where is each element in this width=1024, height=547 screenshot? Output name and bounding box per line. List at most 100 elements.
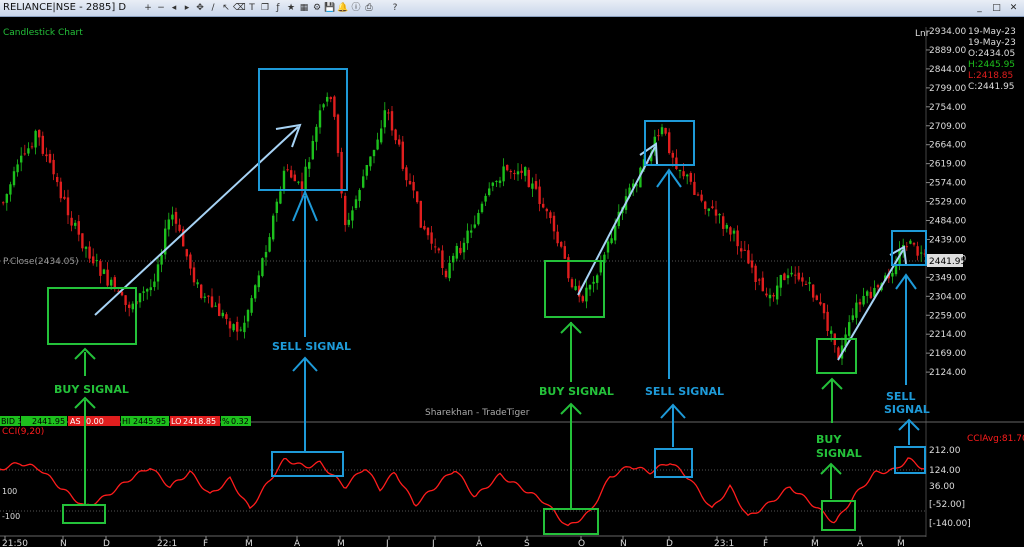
price-tick: 2349.00 (929, 273, 966, 283)
candle-body (610, 238, 613, 244)
candle-body (261, 258, 264, 277)
candle-body (714, 209, 718, 216)
candle-body (822, 303, 826, 314)
candle-body (171, 214, 174, 220)
print-icon[interactable]: ⎙ (363, 2, 375, 14)
zoom-in-icon[interactable]: + (142, 2, 154, 14)
candle-body (711, 206, 714, 209)
pan-icon[interactable]: ✥ (194, 2, 206, 14)
candle-body (156, 264, 160, 282)
price-tick: 2574.00 (929, 179, 966, 189)
date-line-2: 19-May-23 (968, 38, 1016, 48)
candle-body (585, 287, 588, 302)
candle-body (452, 255, 455, 263)
candle-body (509, 171, 512, 173)
eraser-icon[interactable]: ⌫ (233, 2, 246, 14)
candle-body (866, 291, 869, 296)
candle-body (484, 195, 487, 202)
candle-body (304, 166, 307, 190)
select-icon[interactable]: ↖ (220, 2, 232, 14)
indicator-icon[interactable]: ƒ (272, 2, 284, 14)
candle-body (700, 194, 703, 201)
candle-body (606, 241, 610, 253)
cci-left-100: 100 (2, 487, 17, 496)
help-icon[interactable]: ? (389, 2, 401, 14)
settings-icon[interactable]: ⚙ (311, 2, 323, 14)
save-icon[interactable]: 💾 (324, 2, 336, 14)
x-tick: A (857, 539, 864, 547)
maximize-button[interactable]: □ (990, 2, 1003, 14)
candle-body (246, 310, 250, 322)
buy-signal-label-2: BUY SIGNAL (539, 385, 614, 398)
candle-body (920, 252, 923, 254)
candle-body (801, 277, 804, 282)
candle-body (20, 155, 23, 163)
candle-body (27, 148, 30, 154)
candle-body (138, 293, 142, 303)
price-tick: 2664.00 (929, 141, 966, 151)
panel-label: Candlestick Chart (3, 28, 83, 38)
chart-area[interactable]: Candlestick Chart Lnr 19-May-23 19-May-2… (0, 17, 1024, 547)
line-icon[interactable]: / (207, 2, 219, 14)
candle-body (527, 169, 530, 188)
candle-body (776, 285, 779, 300)
candle-body (149, 287, 152, 291)
copy-icon[interactable]: ❐ (259, 2, 271, 14)
candle-body (120, 291, 124, 296)
info-icon[interactable]: ⓘ (350, 2, 362, 14)
minimize-button[interactable]: _ (973, 2, 986, 14)
candle-body (128, 304, 131, 308)
candle-body (538, 186, 541, 205)
buy-signal-label-3b: SIGNAL (816, 447, 862, 460)
buy-signal-label-3a: BUY (816, 433, 842, 446)
candle-body (347, 219, 350, 225)
candle-body (678, 170, 682, 172)
candle-body (542, 203, 545, 208)
candle-body (732, 230, 736, 234)
candle-body (581, 296, 584, 302)
price-tick: 2934.00 (929, 27, 966, 37)
open-value: O:2434.05 (968, 49, 1015, 59)
price-tick: 2304.00 (929, 292, 966, 302)
candle-body (387, 112, 390, 114)
candle-body (534, 181, 538, 189)
candle-body (340, 151, 343, 194)
lo-price: 2418.85 (183, 417, 216, 426)
candle-body (570, 279, 574, 288)
grid-icon[interactable]: ▦ (298, 2, 310, 14)
candle-body (488, 188, 491, 195)
close-button[interactable]: ✕ (1007, 2, 1020, 14)
low-value: L:2418.85 (968, 71, 1013, 81)
price-tick: 2124.00 (929, 368, 966, 378)
price-tick: 2799.00 (929, 84, 966, 94)
candle-body (225, 314, 228, 319)
zoom-out-icon[interactable]: − (155, 2, 167, 14)
candle-body (63, 196, 66, 199)
text-icon[interactable]: T (246, 2, 258, 14)
candle-body (556, 231, 559, 244)
candle-body (358, 190, 361, 201)
candle-body (189, 254, 192, 269)
x-tick: 21:50 (2, 539, 28, 547)
candle-body (12, 171, 16, 186)
price-tick: 2439.00 (929, 235, 966, 245)
candle-body (38, 129, 41, 138)
candle-body (858, 302, 862, 305)
scroll-right-icon[interactable]: ▸ (181, 2, 193, 14)
candle-body (218, 303, 221, 316)
candle-body (243, 322, 246, 333)
candle-body (657, 135, 660, 137)
price-tick: 2709.00 (929, 122, 966, 132)
candle-body (412, 181, 415, 191)
bell-icon[interactable]: 🔔 (337, 2, 349, 14)
candle-body (207, 295, 210, 297)
candle-body (268, 237, 271, 252)
cci-left-minus100: -100 (2, 512, 20, 521)
star-icon[interactable]: ★ (285, 2, 297, 14)
candle-body (531, 183, 534, 189)
scroll-left-icon[interactable]: ◂ (168, 2, 180, 14)
candle-body (815, 295, 818, 300)
x-tick: F (763, 539, 768, 547)
candle-body (855, 302, 858, 318)
candle-body (110, 279, 113, 286)
